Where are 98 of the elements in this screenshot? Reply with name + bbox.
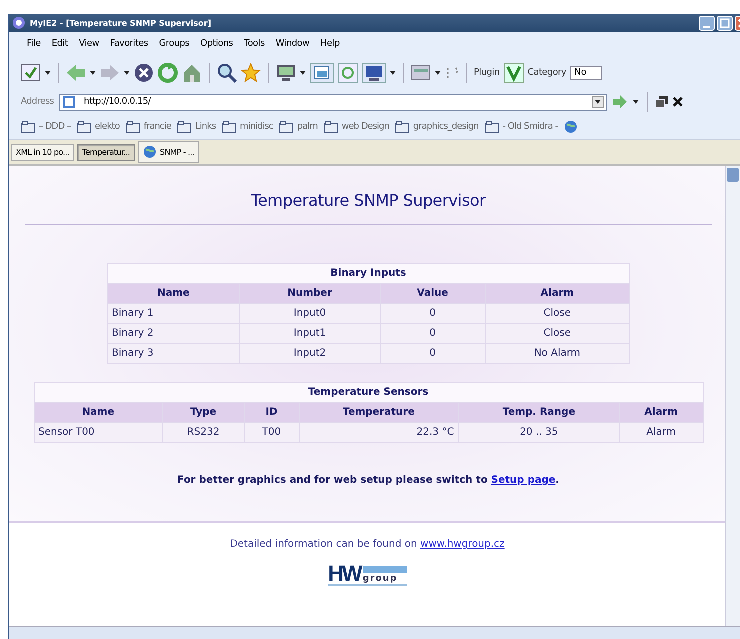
menu-item[interactable]: Groups	[155, 39, 197, 49]
dropdown-arrow-icon[interactable]	[390, 71, 396, 75]
dropdown-arrow-icon[interactable]	[435, 71, 441, 75]
column-header: Temp. Range	[458, 402, 620, 422]
setup-page-link[interactable]: Setup page	[491, 475, 556, 486]
column-header: Name	[108, 284, 240, 304]
search-icon[interactable]	[217, 63, 237, 83]
table-cell: 0	[380, 344, 486, 364]
column-header: ID	[244, 402, 300, 422]
menu-item[interactable]: Help	[316, 39, 347, 49]
table-cell: Input0	[240, 304, 380, 324]
table-cell: Input1	[240, 324, 380, 344]
dropdown-arrow-icon[interactable]	[633, 100, 640, 104]
table-cell: Input2	[240, 344, 380, 364]
minimize-icon[interactable]	[699, 16, 715, 30]
table-cell: No Alarm	[485, 344, 630, 364]
computer-icon[interactable]	[362, 63, 386, 83]
column-header: Name	[34, 402, 163, 422]
column-header: Alarm	[620, 402, 703, 422]
menu-item[interactable]: View	[75, 39, 106, 49]
link-item[interactable]: francie	[144, 122, 172, 132]
address-field[interactable]: http://10.0.0.15/	[59, 94, 608, 110]
folder-icon[interactable]	[222, 120, 236, 132]
info-text: Detailed information can be found on www.hwgroup.cz	[230, 539, 505, 550]
globe-icon[interactable]	[564, 120, 578, 134]
tray-icon[interactable]	[411, 64, 431, 82]
column-header: Temperature	[299, 402, 459, 422]
table-cell: Binary 3	[108, 344, 240, 364]
setup-note: For better graphics and for web setup please switch to Setup page.	[178, 475, 560, 486]
address-value: http://10.0.0.15/	[84, 97, 152, 107]
scrollbar[interactable]	[725, 166, 740, 626]
table-cell: RS232	[162, 422, 244, 442]
link-item[interactable]: elekto	[95, 122, 120, 132]
globe-icon	[143, 145, 158, 159]
table-cell: Sensor T00	[34, 422, 163, 442]
folder-icon[interactable]	[279, 120, 294, 132]
table-cell: 22.3 °C	[299, 422, 459, 442]
column-header: Value	[380, 284, 486, 304]
menu-item[interactable]: Edit	[48, 39, 76, 49]
category-label: Category	[528, 68, 566, 78]
folder-icon[interactable]	[395, 120, 410, 132]
restore-icon[interactable]	[656, 96, 668, 108]
table-cell: 20 .. 35	[458, 422, 620, 442]
page-icon	[62, 95, 76, 109]
menu-item[interactable]: Tools	[240, 39, 272, 49]
maximize-icon[interactable]	[717, 16, 733, 30]
table-cell: 0	[380, 324, 486, 344]
dropdown-arrow-icon[interactable]	[300, 71, 306, 75]
window-title: MyIE2 - [Temperature SNMP Supervisor]	[30, 18, 212, 28]
table-cell: Binary 2	[108, 324, 240, 344]
address-label: Address	[21, 97, 54, 107]
check-mark-icon[interactable]	[504, 63, 524, 83]
table-cell: Close	[485, 304, 630, 324]
plugin-label: Plugin	[474, 68, 500, 78]
column-header: Type	[162, 402, 244, 422]
menu-item[interactable]: Favorites	[106, 39, 156, 49]
close-icon[interactable]	[673, 97, 684, 107]
table-cell: Alarm	[620, 422, 703, 442]
table-title: Binary Inputs	[108, 264, 630, 284]
checkbox-icon[interactable]	[21, 64, 41, 82]
link-item[interactable]: palm	[297, 122, 318, 132]
table-cell: 0	[380, 304, 486, 324]
link-item[interactable]: graphics_design	[413, 122, 479, 132]
table-cell: T00	[244, 422, 300, 442]
table-cell: Binary 1	[108, 304, 240, 324]
dropdown-arrow-icon[interactable]	[124, 71, 130, 75]
folder-icon[interactable]	[484, 120, 499, 132]
table-cell: Close	[485, 324, 630, 344]
website-link[interactable]: www.hwgroup.cz	[420, 539, 505, 550]
table-title: Temperature Sensors	[34, 382, 703, 402]
dropdown-arrow-icon[interactable]	[90, 71, 96, 75]
link-item[interactable]: minidisc	[240, 122, 274, 132]
company-logo: HWgroup	[328, 564, 407, 586]
page-heading: Temperature SNMP Supervisor	[250, 191, 487, 210]
folder-icon[interactable]	[126, 120, 140, 132]
category-field[interactable]: No	[570, 66, 602, 80]
browser-tab[interactable]: Temperatur...	[77, 144, 136, 160]
star-icon[interactable]	[241, 63, 261, 83]
menu-item[interactable]: File	[23, 39, 48, 49]
browser-tab[interactable]: XML in 10 po...	[11, 144, 74, 160]
link-item[interactable]: Links	[195, 122, 216, 132]
browser-tab[interactable]: SNMP - ...	[138, 141, 200, 163]
dropdown-arrow-icon[interactable]	[45, 71, 51, 75]
link-item[interactable]: – DDD –	[39, 122, 72, 132]
column-header: Alarm	[485, 284, 630, 304]
folder-icon[interactable]	[324, 120, 338, 132]
column-header: Number	[240, 284, 380, 304]
folder-icon[interactable]	[177, 120, 192, 132]
window-icon[interactable]	[310, 63, 334, 83]
menu-item[interactable]: Window	[272, 39, 317, 49]
folder-icon[interactable]	[21, 120, 35, 132]
link-item[interactable]: - Old Smidra -	[502, 122, 558, 132]
stop-icon[interactable]	[134, 63, 154, 83]
menu-item[interactable]: Options	[196, 39, 240, 49]
monitor-icon[interactable]	[276, 64, 296, 82]
link-item[interactable]: web Design	[342, 122, 390, 132]
app-icon	[12, 16, 26, 30]
folder-icon[interactable]	[77, 120, 92, 132]
